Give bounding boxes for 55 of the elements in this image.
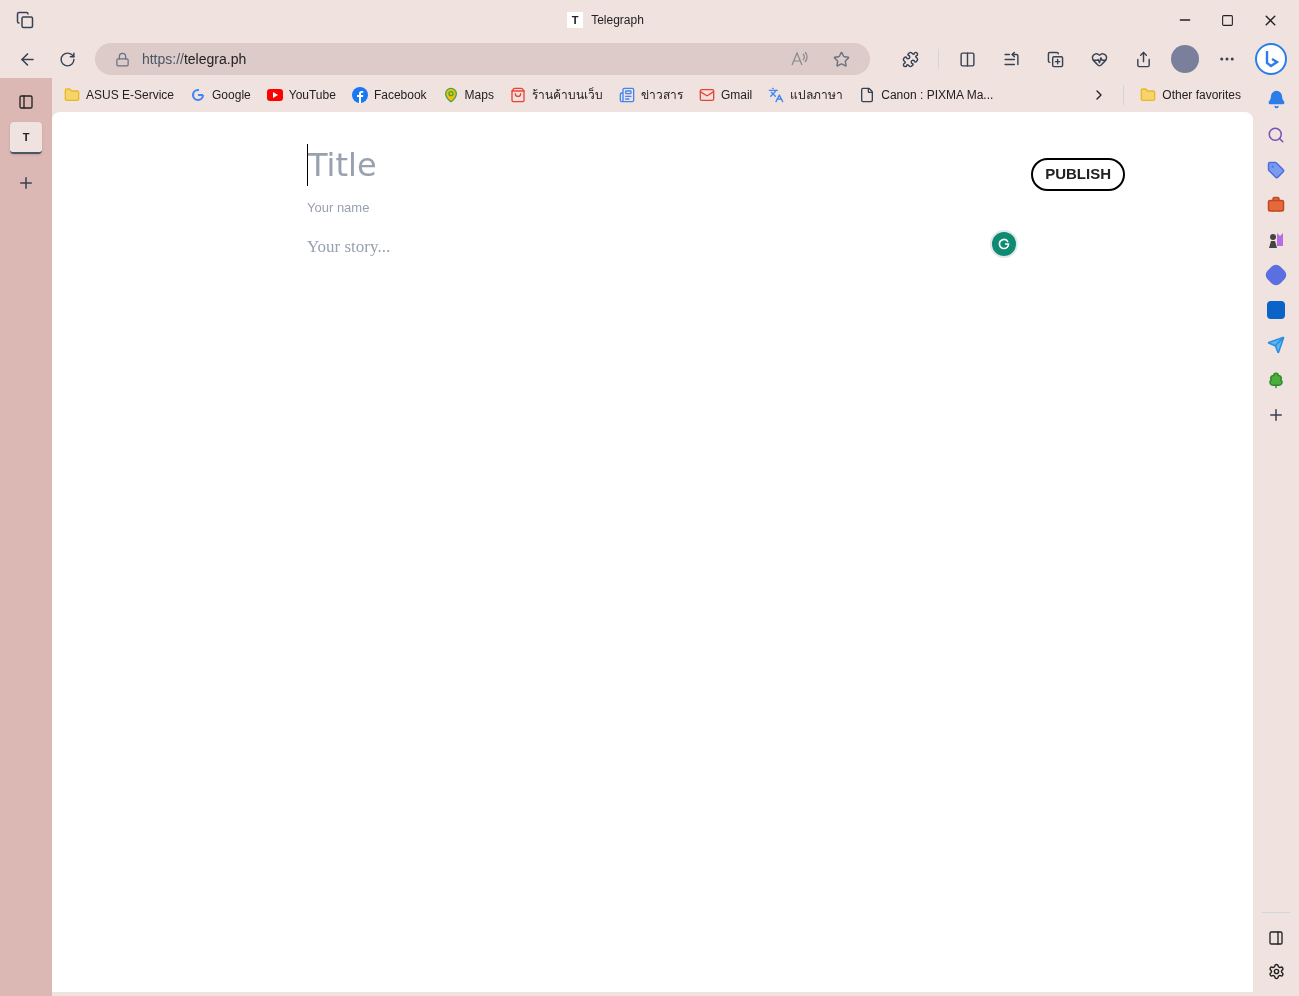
tab-panel-icon[interactable] xyxy=(18,94,34,110)
play-icon xyxy=(266,89,283,101)
search-icon[interactable] xyxy=(1267,126,1285,144)
bookmark-item[interactable]: Canon : PIXMA Ma... xyxy=(859,86,994,104)
bookmark-item[interactable]: Google xyxy=(190,86,251,104)
sidebar-toggle-icon[interactable] xyxy=(1268,930,1284,946)
refresh-icon[interactable] xyxy=(58,50,76,68)
newspaper-icon xyxy=(618,87,635,103)
folder-icon xyxy=(64,87,80,103)
folder-icon xyxy=(1140,87,1157,103)
vertical-tab[interactable]: T xyxy=(10,122,42,154)
bookmark-item[interactable]: Maps xyxy=(442,86,494,104)
translate-icon xyxy=(768,87,785,103)
bookmark-item[interactable]: ASUS E-Service xyxy=(64,86,175,104)
tree-icon[interactable] xyxy=(1267,371,1285,389)
g-letter-icon xyxy=(190,87,207,103)
page-icon xyxy=(859,87,876,103)
tab-actions-icon[interactable] xyxy=(16,11,34,29)
title-field[interactable]: Title xyxy=(307,144,807,186)
envelope-icon xyxy=(698,87,715,103)
publish-button[interactable]: PUBLISH xyxy=(1031,158,1125,191)
collections-icon[interactable] xyxy=(1046,50,1064,68)
paper-plane-icon[interactable] xyxy=(1267,336,1285,354)
split-screen-icon[interactable] xyxy=(958,50,976,68)
site-icon: T xyxy=(567,12,584,28)
tag-icon[interactable] xyxy=(1267,161,1285,179)
bookmark-item[interactable]: แปลภาษา xyxy=(768,86,844,104)
settings-icon[interactable] xyxy=(1267,963,1285,980)
author-field[interactable]: Your name xyxy=(307,198,807,218)
bag-icon xyxy=(509,87,526,103)
new-tab-icon[interactable] xyxy=(17,174,35,192)
favorites-list-icon[interactable] xyxy=(1002,50,1020,68)
window-title: Telegraph xyxy=(591,12,644,29)
heart-pulse-icon[interactable] xyxy=(1090,50,1108,68)
profile-avatar[interactable] xyxy=(1171,45,1199,73)
story-field[interactable]: Your story... xyxy=(307,233,807,259)
maximize-icon[interactable] xyxy=(1221,13,1234,27)
bookmark-item[interactable]: YouTube xyxy=(266,86,336,104)
bookmark-item[interactable]: ร้านค้าบนเว็บ xyxy=(509,86,603,104)
bookmark-item[interactable]: ข่าวสาร xyxy=(618,86,683,104)
bell-icon[interactable] xyxy=(1266,90,1286,109)
bookmark-item[interactable]: Gmail xyxy=(698,86,753,104)
f-letter-icon xyxy=(351,87,368,103)
share-icon[interactable] xyxy=(1134,50,1152,68)
url-text: https://telegra.ph xyxy=(141,49,248,69)
briefcase-icon[interactable] xyxy=(1267,196,1285,214)
map-pin-icon xyxy=(442,87,459,103)
puzzle-icon[interactable] xyxy=(901,50,919,68)
favorite-star-icon[interactable] xyxy=(833,50,850,68)
address-bar[interactable]: https://telegra.ph xyxy=(94,43,870,75)
lock-icon xyxy=(114,51,130,67)
game-pieces-icon[interactable] xyxy=(1267,231,1285,249)
bookmark-item[interactable]: Facebook xyxy=(351,86,427,104)
add-icon[interactable] xyxy=(1267,406,1285,424)
other-favorites-item[interactable]: Other favorites xyxy=(1140,86,1241,104)
